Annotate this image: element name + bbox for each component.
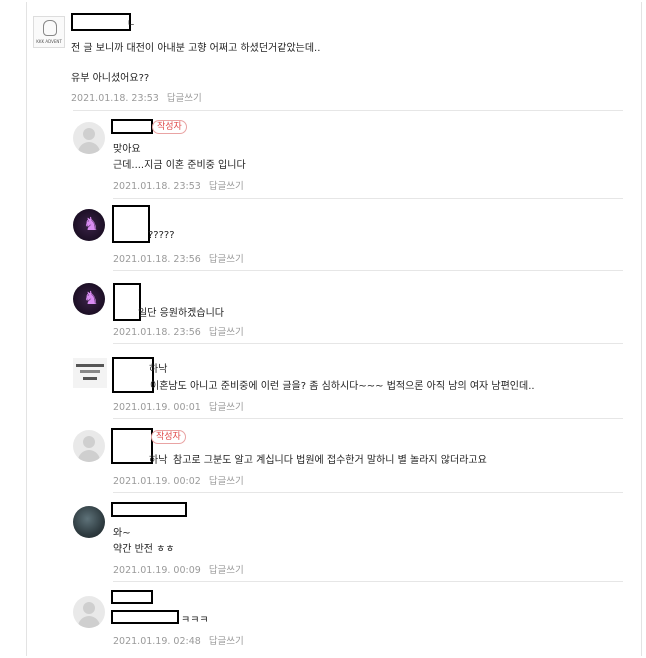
divider — [113, 418, 623, 419]
divider — [113, 343, 623, 344]
comment-text-line: 일단 응원하겠습니다 — [138, 308, 224, 319]
avatar[interactable] — [73, 430, 105, 462]
comment-date: 2021.01.18. 23:53 — [113, 181, 201, 192]
avatar[interactable]: ♞ — [73, 283, 105, 315]
avatar[interactable]: KKK ADVENT — [33, 16, 65, 48]
author-name-redacted — [111, 428, 153, 464]
reply-link[interactable]: 답글쓰기 — [209, 181, 244, 192]
divider — [113, 492, 623, 493]
comment-date: 2021.01.18. 23:56 — [113, 327, 201, 338]
comment-meta: 2021.01.18. 23:53 답글쓰기 — [113, 178, 244, 192]
reply-link[interactable]: 답글쓰기 — [209, 254, 244, 265]
comment-text-line: 참고로 그분도 알고 계십니다 법원에 접수한거 말하니 별 놀라지 않더라고요 — [173, 455, 487, 466]
divider — [73, 110, 623, 111]
reply-link[interactable]: 답글쓰기 — [209, 636, 244, 647]
comment-meta: 2021.01.18. 23:56 답글쓰기 — [113, 251, 244, 265]
comment-text-line: ㅋㅋㅋ — [181, 615, 209, 626]
comment-date: 2021.01.19. 02:48 — [113, 636, 201, 647]
comment-meta: 2021.01.19. 00:09 답글쓰기 — [113, 562, 244, 576]
author-name-redacted — [112, 205, 150, 243]
author-name-redacted — [111, 610, 179, 624]
avatar[interactable] — [73, 122, 105, 154]
comment-list: KKK ADVENT ㄴ 전 글 보니까 대전이 아내분 고향 어쩌고 하셨던거… — [26, 2, 642, 656]
author-name-redacted — [111, 590, 153, 604]
comment-text-line: ????? — [148, 230, 175, 241]
comment-meta: 2021.01.19. 02:48 답글쓰기 — [113, 633, 244, 647]
author-name-redacted — [111, 119, 153, 134]
author-name-redacted — [113, 283, 141, 321]
comment-date: 2021.01.18. 23:53 — [71, 93, 159, 104]
avatar[interactable] — [73, 506, 105, 538]
reply-link[interactable]: 답글쓰기 — [167, 93, 202, 104]
divider — [113, 270, 623, 271]
comment-text-line: 이혼남도 아니고 준비중에 이런 글을? 좀 심하시다~~~ 법적으론 아직 남… — [150, 381, 535, 392]
divider — [113, 581, 623, 582]
avatar[interactable] — [73, 596, 105, 628]
author-name-redacted — [112, 357, 154, 393]
comment-text-line: 와~ — [113, 528, 131, 539]
comment-text-line: 맞아요 — [113, 144, 141, 155]
author-name-redacted — [111, 502, 187, 517]
comment-meta: 2021.01.19. 00:02 답글쓰기 — [113, 473, 244, 487]
comment-text-line: 근데....지금 이혼 준비중 입니다 — [113, 160, 246, 171]
reply-link[interactable]: 답글쓰기 — [209, 476, 244, 487]
comment-date: 2021.01.19. 00:09 — [113, 565, 201, 576]
author-name-suffix: 하낙 — [149, 364, 168, 375]
author-name-suffix: ㄴ — [127, 19, 136, 29]
comment-text-line: 전 글 보니까 대전이 아내분 고향 어쩌고 하셨던거같았는데.. — [71, 43, 321, 54]
avatar-caption: KKK ADVENT — [36, 39, 62, 44]
comment-date: 2021.01.18. 23:56 — [113, 254, 201, 265]
author-badge: 작성자 — [152, 120, 187, 134]
author-name-redacted — [71, 13, 131, 31]
author-name-suffix: 하낙 — [149, 455, 168, 466]
divider — [113, 198, 623, 199]
avatar[interactable] — [73, 358, 107, 388]
comment-text-line: 약간 반전 ㅎㅎ — [113, 544, 175, 555]
reply-link[interactable]: 답글쓰기 — [209, 565, 244, 576]
avatar[interactable]: ♞ — [73, 209, 105, 241]
reply-link[interactable]: 답글쓰기 — [209, 327, 244, 338]
bunny-icon: ♞ — [83, 288, 100, 309]
comment-meta: 2021.01.19. 00:01 답글쓰기 — [113, 399, 244, 413]
bunny-icon: ♞ — [83, 214, 100, 235]
comment-date: 2021.01.19. 00:01 — [113, 402, 201, 413]
reply-link[interactable]: 답글쓰기 — [209, 402, 244, 413]
comment-date: 2021.01.19. 00:02 — [113, 476, 201, 487]
comment-meta: 2021.01.18. 23:53 답글쓰기 — [71, 90, 202, 104]
author-badge: 작성자 — [151, 430, 186, 444]
comment-meta: 2021.01.18. 23:56 답글쓰기 — [113, 324, 244, 338]
comment-text-line: 유부 아니셨어요?? — [71, 73, 150, 84]
